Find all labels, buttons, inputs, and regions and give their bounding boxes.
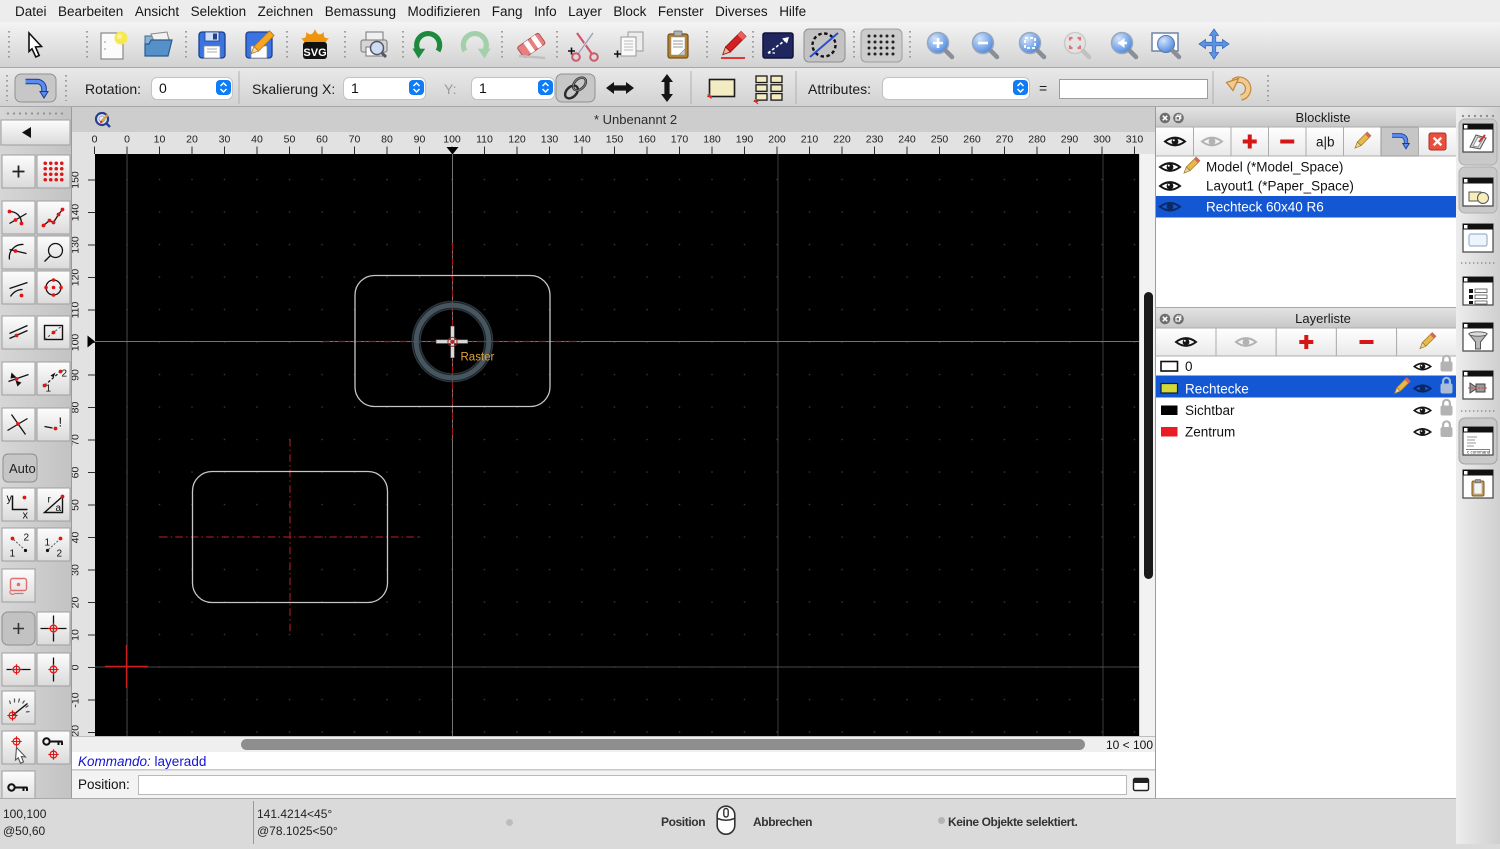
svg-text:280: 280 [1028,133,1046,145]
svg-text:0: 0 [124,133,130,145]
svg-text:220: 220 [833,133,851,145]
svg-text:60: 60 [316,133,328,145]
svg-text:0: 0 [1185,359,1193,374]
svg-text:1: 1 [45,538,51,549]
svg-text:120: 120 [508,133,526,145]
svg-text:170: 170 [671,133,689,145]
svg-text:80: 80 [381,133,393,145]
svg-text:100: 100 [443,133,461,145]
svg-text:0: 0 [92,133,98,145]
svg-text:2: 2 [62,369,68,380]
svg-text:c command: c command [1467,450,1491,455]
svg-text:Auto: Auto [9,461,36,476]
svg-text:110: 110 [72,301,82,318]
svg-text:Rechteck 60x40 R6: Rechteck 60x40 R6 [1206,200,1324,215]
svg-text:290: 290 [1061,133,1079,145]
svg-text:x: x [23,510,29,522]
svg-text:10: 10 [154,133,166,145]
svg-text:190: 190 [736,133,754,145]
svg-text:60: 60 [72,467,82,479]
svg-text:Layerliste: Layerliste [1295,311,1351,326]
svg-text:Layout1 (*Paper_Space): Layout1 (*Paper_Space) [1206,179,1354,194]
svg-text:70: 70 [349,133,361,145]
svg-text:Zentrum: Zentrum [1185,425,1235,440]
svg-text:110: 110 [476,133,493,145]
svg-text:Sichtbar: Sichtbar [1185,403,1235,418]
svg-text:200: 200 [768,133,786,145]
svg-text:!: ! [59,415,63,430]
svg-text:160: 160 [638,133,656,145]
svg-text:20: 20 [72,597,82,609]
svg-text:80: 80 [72,402,82,414]
svg-text:150: 150 [72,171,82,189]
svg-text:Raster: Raster [461,352,495,364]
svg-text:130: 130 [72,236,82,254]
svg-text:-20: -20 [72,725,82,736]
svg-text:40: 40 [251,133,263,145]
svg-text:a|b: a|b [1316,135,1335,150]
svg-text:-10: -10 [72,692,82,707]
svg-text:90: 90 [72,369,82,381]
svg-text:180: 180 [703,133,721,145]
svg-text:20: 20 [186,133,198,145]
svg-text:240: 240 [898,133,916,145]
svg-text:260: 260 [963,133,981,145]
svg-text:150: 150 [606,133,624,145]
svg-text:90: 90 [414,133,426,145]
svg-text:0: 0 [72,664,82,670]
svg-text:310: 310 [1126,133,1144,145]
svg-text:130: 130 [541,133,559,145]
svg-text:a: a [56,503,62,514]
svg-text:y: y [7,493,13,505]
svg-text:1: 1 [46,384,52,395]
svg-text:30: 30 [219,133,231,145]
svg-text:250: 250 [931,133,949,145]
svg-text:140: 140 [573,133,591,145]
svg-text:50: 50 [284,133,296,145]
svg-text:Rechtecke: Rechtecke [1185,382,1249,397]
svg-text:300: 300 [1093,133,1111,145]
svg-text:2: 2 [24,533,30,544]
svg-text:Model (*Model_Space): Model (*Model_Space) [1206,160,1343,175]
svg-text:70: 70 [72,434,82,446]
svg-text:1: 1 [10,549,16,560]
svg-text:140: 140 [72,204,82,222]
svg-text:10: 10 [72,629,82,641]
svg-text:Blockliste: Blockliste [1296,110,1351,125]
svg-text:50: 50 [72,499,82,511]
svg-text:100: 100 [72,334,82,352]
svg-text:2: 2 [57,549,63,560]
svg-text:40: 40 [72,532,82,544]
svg-text:210: 210 [801,133,819,145]
svg-text:120: 120 [72,269,82,287]
svg-text:270: 270 [996,133,1014,145]
svg-text:230: 230 [866,133,884,145]
svg-text:30: 30 [72,564,82,576]
